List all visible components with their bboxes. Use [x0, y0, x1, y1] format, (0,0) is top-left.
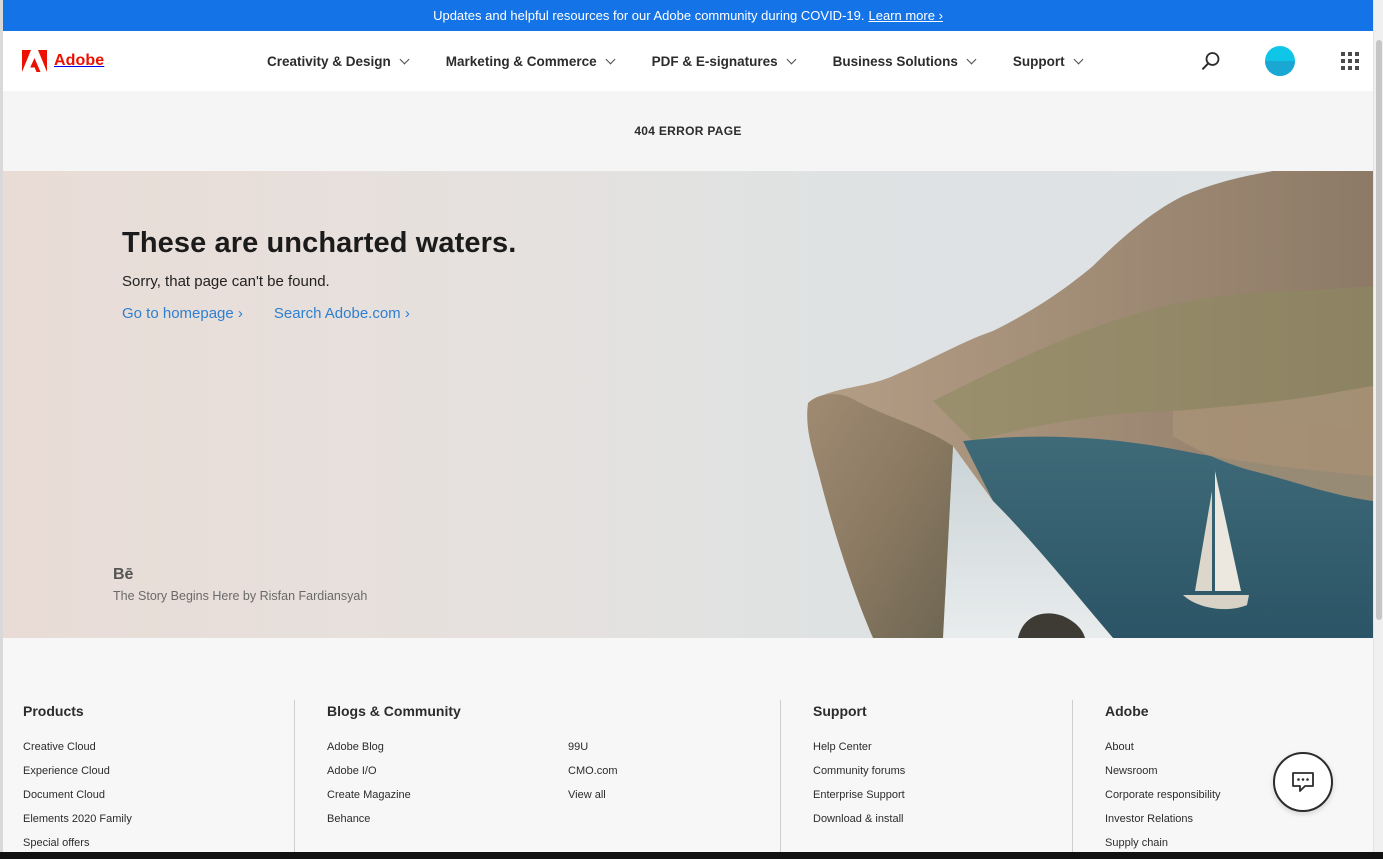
- search-adobe-link[interactable]: Search Adobe.com ›: [274, 305, 410, 322]
- chevron-down-icon: [966, 54, 977, 64]
- footer-link[interactable]: View all: [568, 789, 618, 813]
- footer-divider: [1072, 700, 1073, 859]
- footer-list: Adobe Blog Adobe I/O Create Magazine Beh…: [327, 741, 411, 837]
- go-to-homepage-link[interactable]: Go to homepage ›: [122, 305, 243, 322]
- nav-creativity-design[interactable]: Creativity & Design: [267, 53, 410, 69]
- nav-label: Support: [1012, 53, 1065, 69]
- page-title: 404 ERROR PAGE: [634, 124, 742, 138]
- search-icon[interactable]: [1201, 51, 1221, 71]
- apps-grid-icon[interactable]: [1341, 52, 1359, 70]
- chat-icon[interactable]: [1273, 752, 1333, 812]
- footer-link[interactable]: Behance: [327, 813, 411, 837]
- footer-link[interactable]: Corporate responsibility: [1105, 789, 1221, 813]
- footer-link[interactable]: Adobe Blog: [327, 741, 411, 765]
- footer-link[interactable]: 99U: [568, 741, 618, 765]
- footer-divider: [780, 700, 781, 859]
- hero-links: Go to homepage › Search Adobe.com ›: [122, 305, 410, 322]
- footer-link[interactable]: Download & install: [813, 813, 905, 837]
- footer-link[interactable]: Adobe I/O: [327, 765, 411, 789]
- footer-link[interactable]: Elements 2020 Family: [23, 813, 132, 837]
- footer-list-secondary: 99U CMO.com View all: [568, 741, 618, 813]
- covid-banner: Updates and helpful resources for our Ad…: [3, 0, 1373, 31]
- adobe-wordmark: Adobe: [54, 52, 105, 69]
- nav-support[interactable]: Support: [1012, 53, 1084, 69]
- footer-link[interactable]: Investor Relations: [1105, 813, 1221, 837]
- footer-heading: Products: [23, 703, 84, 719]
- chevron-down-icon: [1073, 54, 1084, 64]
- hero-section: These are uncharted waters. Sorry, that …: [3, 171, 1373, 638]
- hero-subheading: Sorry, that page can't be found.: [122, 273, 330, 290]
- footer-link[interactable]: Help Center: [813, 741, 905, 765]
- nav-label: Marketing & Commerce: [445, 53, 597, 69]
- footer-link[interactable]: Experience Cloud: [23, 765, 132, 789]
- footer-link[interactable]: Community forums: [813, 765, 905, 789]
- chevron-down-icon: [786, 54, 797, 64]
- nav-label: Business Solutions: [832, 53, 958, 69]
- footer-heading: Support: [813, 703, 867, 719]
- footer-list: About Newsroom Corporate responsibility …: [1105, 741, 1221, 859]
- nav-label: PDF & E-signatures: [651, 53, 778, 69]
- page-scrollbar[interactable]: [1373, 0, 1383, 859]
- hero-heading: These are uncharted waters.: [122, 227, 517, 259]
- nav-business-solutions[interactable]: Business Solutions: [832, 53, 977, 69]
- profile-avatar[interactable]: [1265, 46, 1295, 76]
- nav-marketing-commerce[interactable]: Marketing & Commerce: [445, 53, 616, 69]
- footer-link[interactable]: Create Magazine: [327, 789, 411, 813]
- image-credit[interactable]: The Story Begins Here by Risfan Fardians…: [113, 589, 367, 603]
- footer-list: Help Center Community forums Enterprise …: [813, 741, 905, 837]
- footer-heading: Adobe: [1105, 703, 1149, 719]
- main-nav: Creativity & Design Marketing & Commerce…: [267, 31, 1084, 91]
- footer-heading: Blogs & Community: [327, 703, 461, 719]
- chevron-down-icon: [399, 54, 410, 64]
- global-nav: Adobe Creativity & Design Marketing & Co…: [3, 31, 1373, 91]
- footer-link[interactable]: Creative Cloud: [23, 741, 132, 765]
- chevron-down-icon: [605, 54, 616, 64]
- footer-link[interactable]: About: [1105, 741, 1221, 765]
- adobe-logo-icon: [22, 50, 47, 72]
- adobe-logo-link[interactable]: Adobe: [22, 50, 104, 72]
- footer-list: Creative Cloud Experience Cloud Document…: [23, 741, 132, 859]
- footer-link[interactable]: Enterprise Support: [813, 789, 905, 813]
- footer-link[interactable]: CMO.com: [568, 765, 618, 789]
- behance-logo[interactable]: Bē: [113, 566, 133, 584]
- banner-text: Updates and helpful resources for our Ad…: [433, 8, 865, 23]
- footer-link[interactable]: Document Cloud: [23, 789, 132, 813]
- footer-link[interactable]: Newsroom: [1105, 765, 1221, 789]
- nav-pdf-esignatures[interactable]: PDF & E-signatures: [651, 53, 797, 69]
- banner-learn-more-link[interactable]: Learn more ›: [868, 8, 942, 23]
- page-title-strip: 404 ERROR PAGE: [3, 91, 1373, 171]
- footer: Products Creative Cloud Experience Cloud…: [3, 638, 1373, 859]
- nav-label: Creativity & Design: [267, 53, 391, 69]
- footer-divider: [294, 700, 295, 859]
- scrollbar-thumb[interactable]: [1376, 40, 1382, 620]
- window-frame-bottom: [0, 852, 1383, 859]
